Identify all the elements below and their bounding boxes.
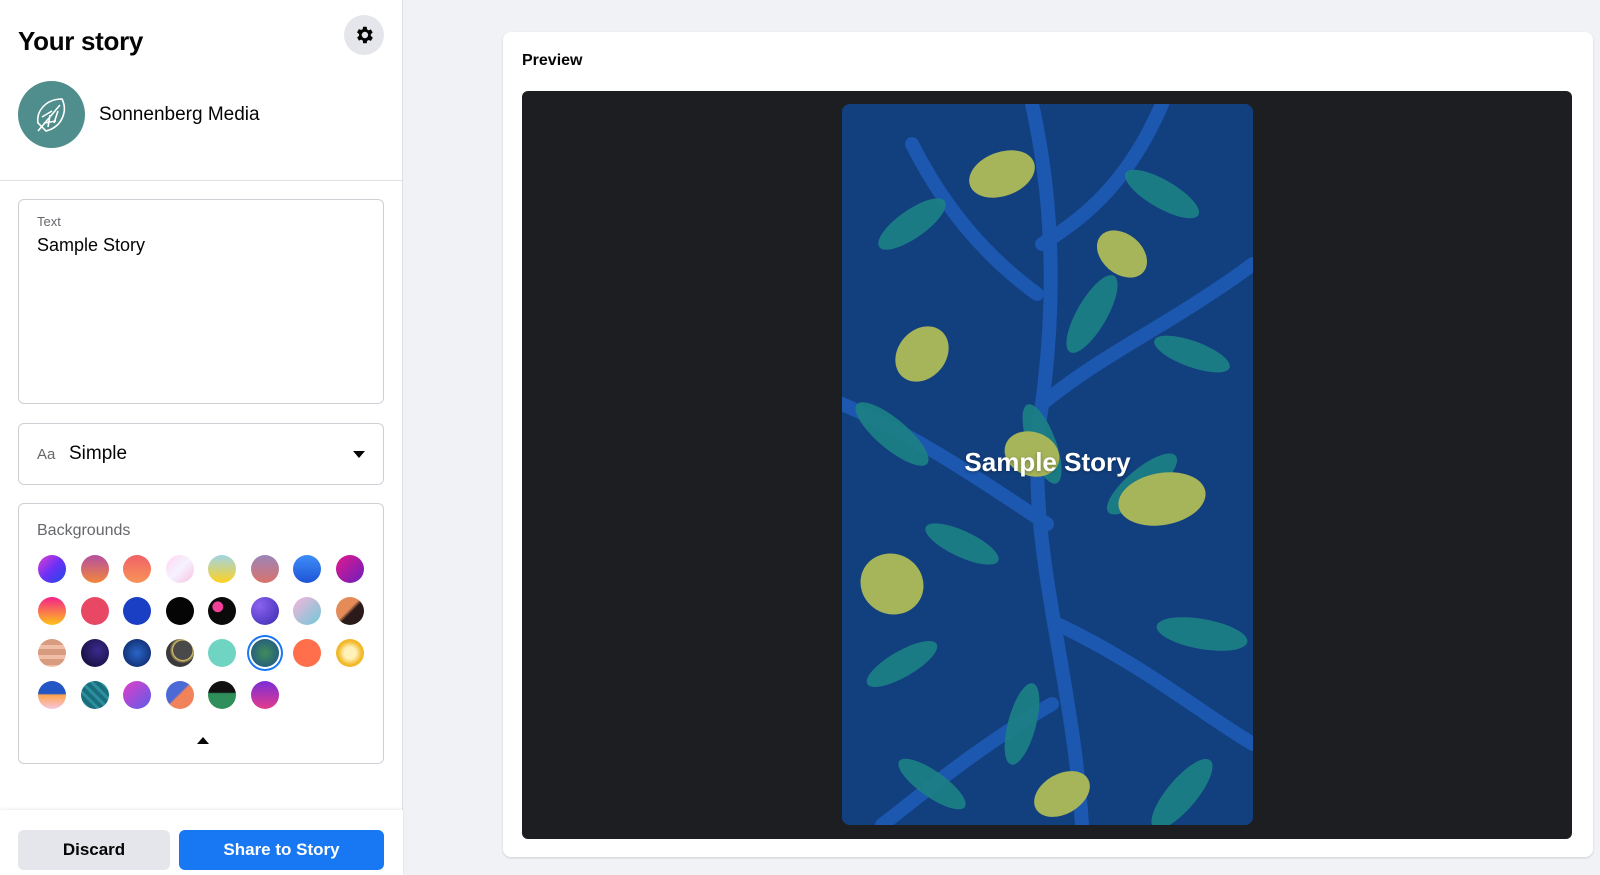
background-swatch[interactable] [165,681,194,709]
background-swatch[interactable] [38,681,66,709]
background-swatch[interactable] [123,681,151,709]
background-swatch[interactable] [250,597,279,625]
sidebar-footer: Discard Share to Story [0,810,403,875]
background-swatch[interactable] [38,639,66,667]
background-swatch[interactable] [293,597,321,625]
divider [0,180,403,181]
background-swatch[interactable] [250,681,279,709]
background-swatch[interactable] [335,555,364,583]
background-swatch[interactable] [80,597,109,625]
leaf-logo-icon [36,97,65,132]
background-swatch[interactable] [123,555,151,583]
background-swatch[interactable] [250,639,279,667]
background-swatch[interactable] [335,597,364,625]
backgrounds-panel: Backgrounds [18,503,384,764]
preview-title: Preview [522,52,583,69]
font-style-value: Simple [69,443,128,464]
gear-icon [357,26,373,44]
background-swatch[interactable] [165,597,194,625]
font-style-select[interactable]: Aa Simple [18,423,384,485]
background-swatch[interactable] [208,555,236,583]
share-to-story-button[interactable]: Share to Story [179,830,384,870]
background-swatch[interactable] [38,597,66,625]
background-swatch[interactable] [335,639,364,667]
caret-down-icon [353,450,365,458]
collapse-caret-icon[interactable] [197,737,209,744]
text-field-label: Text [37,214,61,229]
background-swatch[interactable] [293,555,321,583]
background-swatch[interactable] [80,639,109,667]
settings-button[interactable] [344,15,384,55]
discard-button[interactable]: Discard [18,830,170,870]
background-swatches [38,555,364,709]
background-swatch[interactable] [250,555,279,583]
story-text-input[interactable]: Sample Story [37,235,365,375]
page-title: Your story [18,26,144,56]
background-swatch[interactable] [208,681,236,709]
preview-card: Preview Sample Story [503,32,1593,857]
profile-name: Sonnenberg Media [99,103,260,125]
font-icon: Aa [37,445,56,463]
story-text-field[interactable]: Text Sample Story [18,199,384,404]
profile: Sonnenberg Media [18,81,260,148]
preview-stage: Sample Story [522,91,1572,839]
story-preview: Sample Story [842,104,1253,825]
background-swatch[interactable] [80,555,109,583]
background-swatch[interactable] [165,555,194,583]
background-swatch[interactable] [38,555,66,583]
background-swatch[interactable] [208,597,236,625]
background-swatch[interactable] [123,639,151,667]
story-sidebar: Your story Sonnenberg Media Text Sample … [0,0,403,875]
backgrounds-label: Backgrounds [37,522,131,539]
background-swatch[interactable] [123,597,151,625]
background-swatch[interactable] [293,639,321,667]
story-preview-text: Sample Story [964,447,1131,477]
background-swatch[interactable] [165,639,194,667]
background-swatch[interactable] [208,639,236,667]
avatar [18,81,85,148]
background-swatch[interactable] [80,681,109,709]
